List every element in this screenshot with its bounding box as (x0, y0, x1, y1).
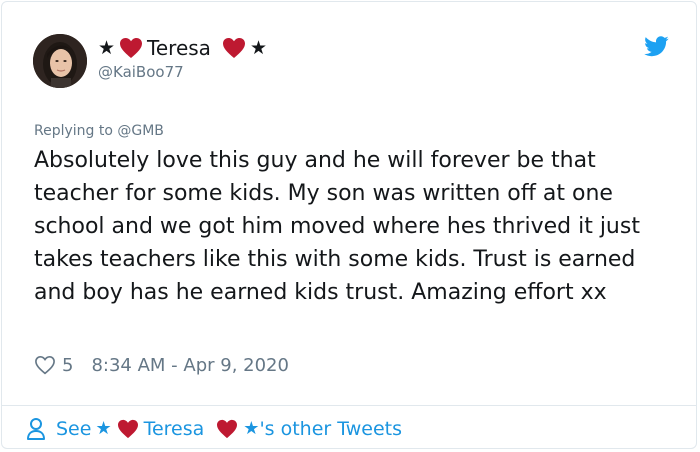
author-handle[interactable]: @KaiBoo77 (98, 63, 184, 81)
see-other-tweets-link[interactable]: See ★ Teresa ★ 's other Tweets (26, 415, 402, 443)
see-name: Teresa (143, 418, 205, 440)
like-count[interactable]: 5 (62, 355, 73, 376)
author-display-name: Teresa (147, 36, 211, 60)
divider (2, 405, 696, 406)
star-icon: ★ (95, 418, 112, 439)
person-icon (27, 418, 45, 440)
tweet-meta: 5 8:34 AM - Apr 9, 2020 (34, 352, 289, 378)
see-suffix: 's other Tweets (259, 418, 402, 440)
author-name-row[interactable]: ★ Teresa ★ (98, 34, 267, 62)
like-heart-outline-icon[interactable] (34, 355, 56, 375)
red-heart-icon (117, 419, 138, 439)
star-icon: ★ (249, 36, 267, 59)
replying-to[interactable]: Replying to @GMB (34, 123, 164, 139)
star-icon: ★ (98, 36, 116, 59)
red-heart-icon (217, 419, 238, 439)
see-prefix: See (56, 418, 92, 440)
tweet-text: Absolutely love this guy and he will for… (34, 148, 640, 305)
red-heart-icon (222, 38, 245, 58)
star-icon: ★ (243, 418, 260, 439)
red-heart-icon (120, 38, 143, 58)
twitter-bird-icon[interactable] (644, 36, 669, 57)
tweet-card: ★ Teresa ★ @KaiBoo77 Replying to @GMB Ab… (1, 1, 697, 449)
avatar[interactable] (33, 34, 87, 88)
tweet-timestamp[interactable]: 8:34 AM - Apr 9, 2020 (91, 355, 289, 376)
